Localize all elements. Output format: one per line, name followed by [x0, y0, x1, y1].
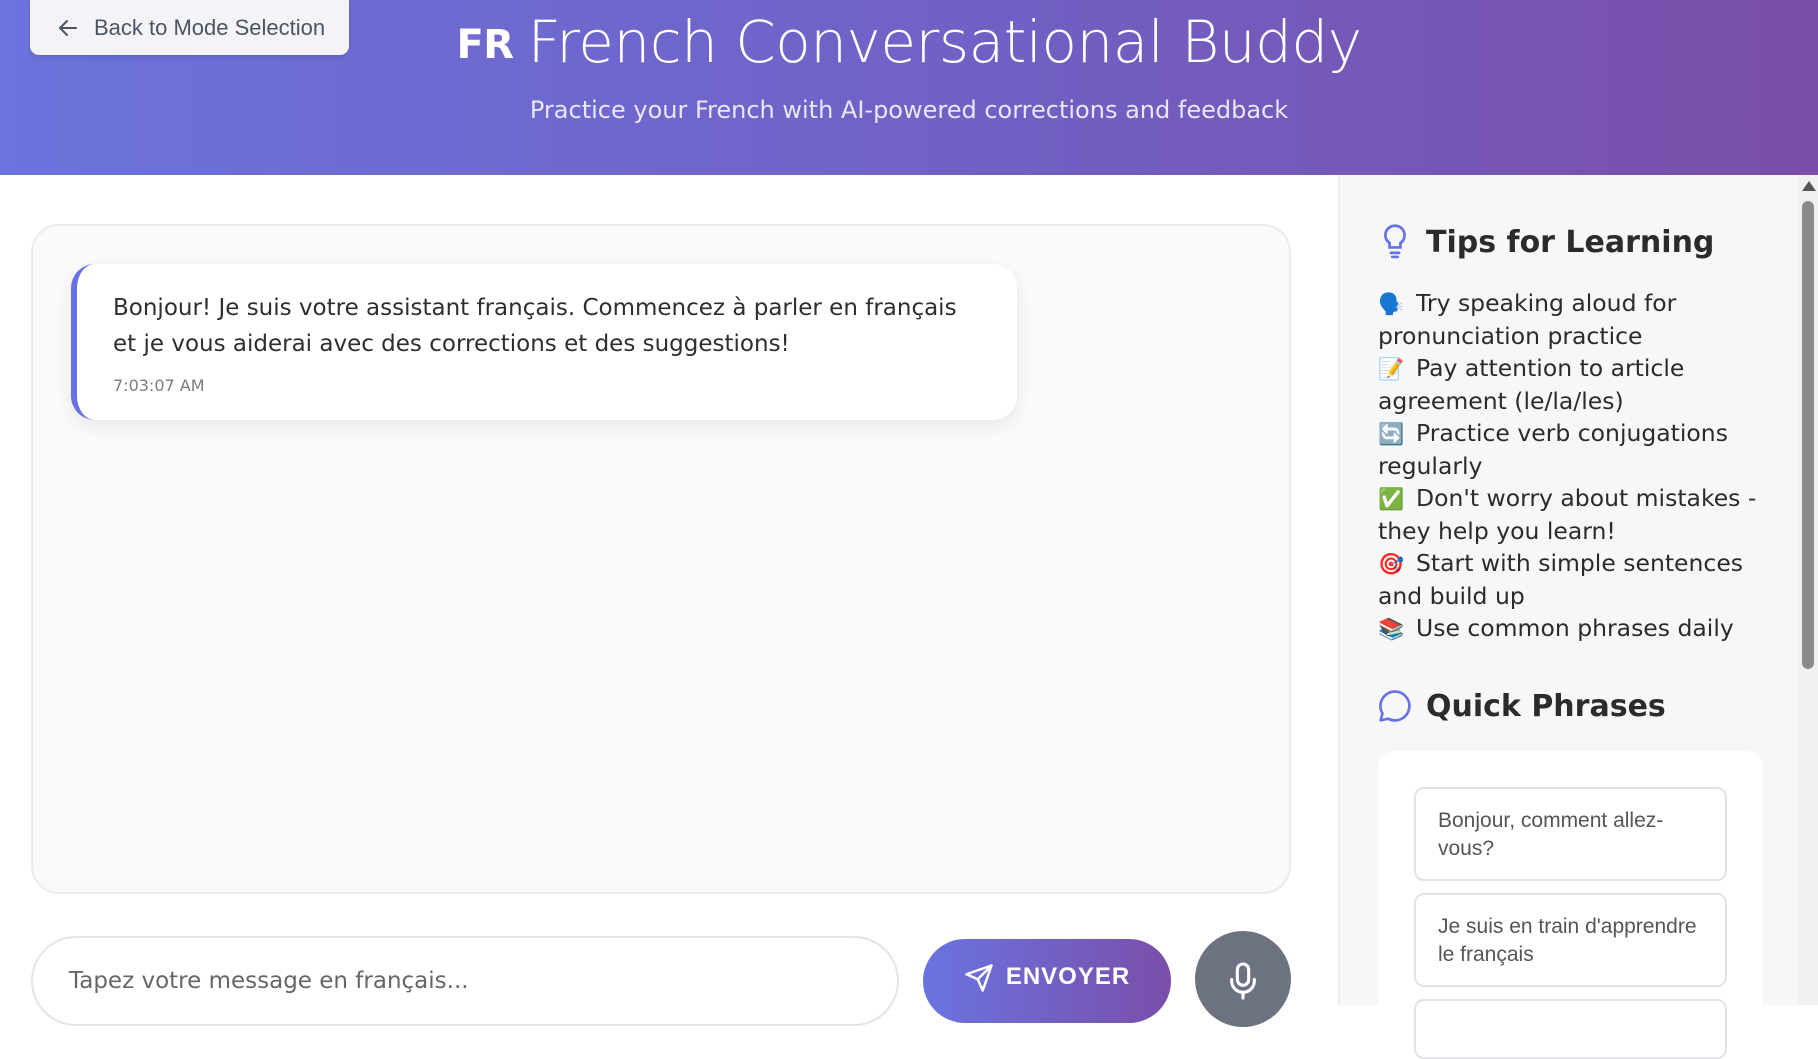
title-text: French Conversational Buddy: [527, 8, 1363, 76]
tip-item: 📝 Pay attention to article agreement (le/…: [1378, 352, 1768, 417]
tip-text: Use common phrases daily: [1416, 614, 1734, 642]
quick-phrase-button[interactable]: Bonjour, comment allez-vous?: [1414, 787, 1727, 881]
tip-text: Don't worry about mistakes - they help y…: [1378, 484, 1757, 545]
microphone-button[interactable]: [1195, 931, 1291, 1027]
repeat-icon: 🔄: [1378, 422, 1405, 446]
tip-text: Start with simple sentences and build up: [1378, 549, 1744, 610]
speaking-head-icon: 🗣️: [1378, 292, 1405, 316]
tip-item: 🎯 Start with simple sentences and build u…: [1378, 547, 1768, 612]
assistant-message: Bonjour! Je suis votre assistant françai…: [71, 264, 1017, 420]
quick-phrase-button[interactable]: Je suis en train d'apprendre le français: [1414, 893, 1727, 987]
books-icon: 📚: [1378, 617, 1405, 641]
message-timestamp: 7:03:07 AM: [113, 376, 205, 395]
paper-plane-icon: [965, 964, 993, 992]
page-subtitle: Practice your French with AI-powered cor…: [529, 96, 1289, 124]
target-icon: 🎯: [1378, 552, 1405, 576]
quick-phrases-card: Bonjour, comment allez-vous? Je suis en …: [1378, 751, 1763, 1059]
tip-text: Pay attention to article agreement (le/l…: [1378, 354, 1685, 415]
tips-title: Tips for Learning: [1426, 224, 1715, 260]
quick-phrases-title: Quick Phrases: [1426, 688, 1666, 724]
tip-text: Practice verb conjugations regularly: [1378, 419, 1728, 480]
sidebar: Tips for Learning 🗣️ Try speaking aloud f…: [1338, 175, 1798, 1059]
tips-heading: Tips for Learning: [1378, 223, 1714, 261]
message-input-placeholder: Tapez votre message en français...: [69, 968, 469, 994]
send-button[interactable]: ENVOYER: [923, 939, 1171, 1023]
chat-bubble-icon: [1379, 690, 1411, 722]
flag-label: FR: [456, 22, 514, 68]
quick-phrase-button[interactable]: [1414, 999, 1727, 1059]
microphone-icon: [1230, 962, 1256, 1000]
memo-icon: 📝: [1378, 357, 1405, 381]
send-button-label: ENVOYER: [1005, 963, 1131, 990]
lightbulb-icon: [1384, 224, 1406, 259]
tip-item: 🔄 Practice verb conjugations regularly: [1378, 417, 1768, 482]
message-text: Bonjour! Je suis votre assistant françai…: [113, 295, 957, 357]
app-header: Back to Mode Selection FR French Conversa…: [0, 0, 1818, 175]
tip-item: ✅ Don't worry about mistakes - they help …: [1378, 482, 1768, 547]
tip-item: 📚 Use common phrases daily: [1378, 612, 1768, 645]
chat-window: Bonjour! Je suis votre assistant françai…: [31, 224, 1291, 894]
page-scrollbar[interactable]: [1798, 175, 1818, 1005]
check-mark-icon: ✅: [1378, 487, 1405, 511]
quick-phrases-heading: Quick Phrases: [1378, 687, 1666, 725]
page-title: FR French Conversational Buddy: [0, 8, 1818, 76]
tip-item: 🗣️ Try speaking aloud for pronunciation p…: [1378, 287, 1768, 352]
scrollbar-thumb[interactable]: [1802, 201, 1814, 669]
scroll-up-arrow-icon[interactable]: [1802, 181, 1816, 191]
tips-list: 🗣️ Try speaking aloud for pronunciation p…: [1378, 287, 1768, 645]
tip-text: Try speaking aloud for pronunciation pra…: [1378, 289, 1677, 350]
message-input[interactable]: Tapez votre message en français...: [31, 936, 899, 1026]
